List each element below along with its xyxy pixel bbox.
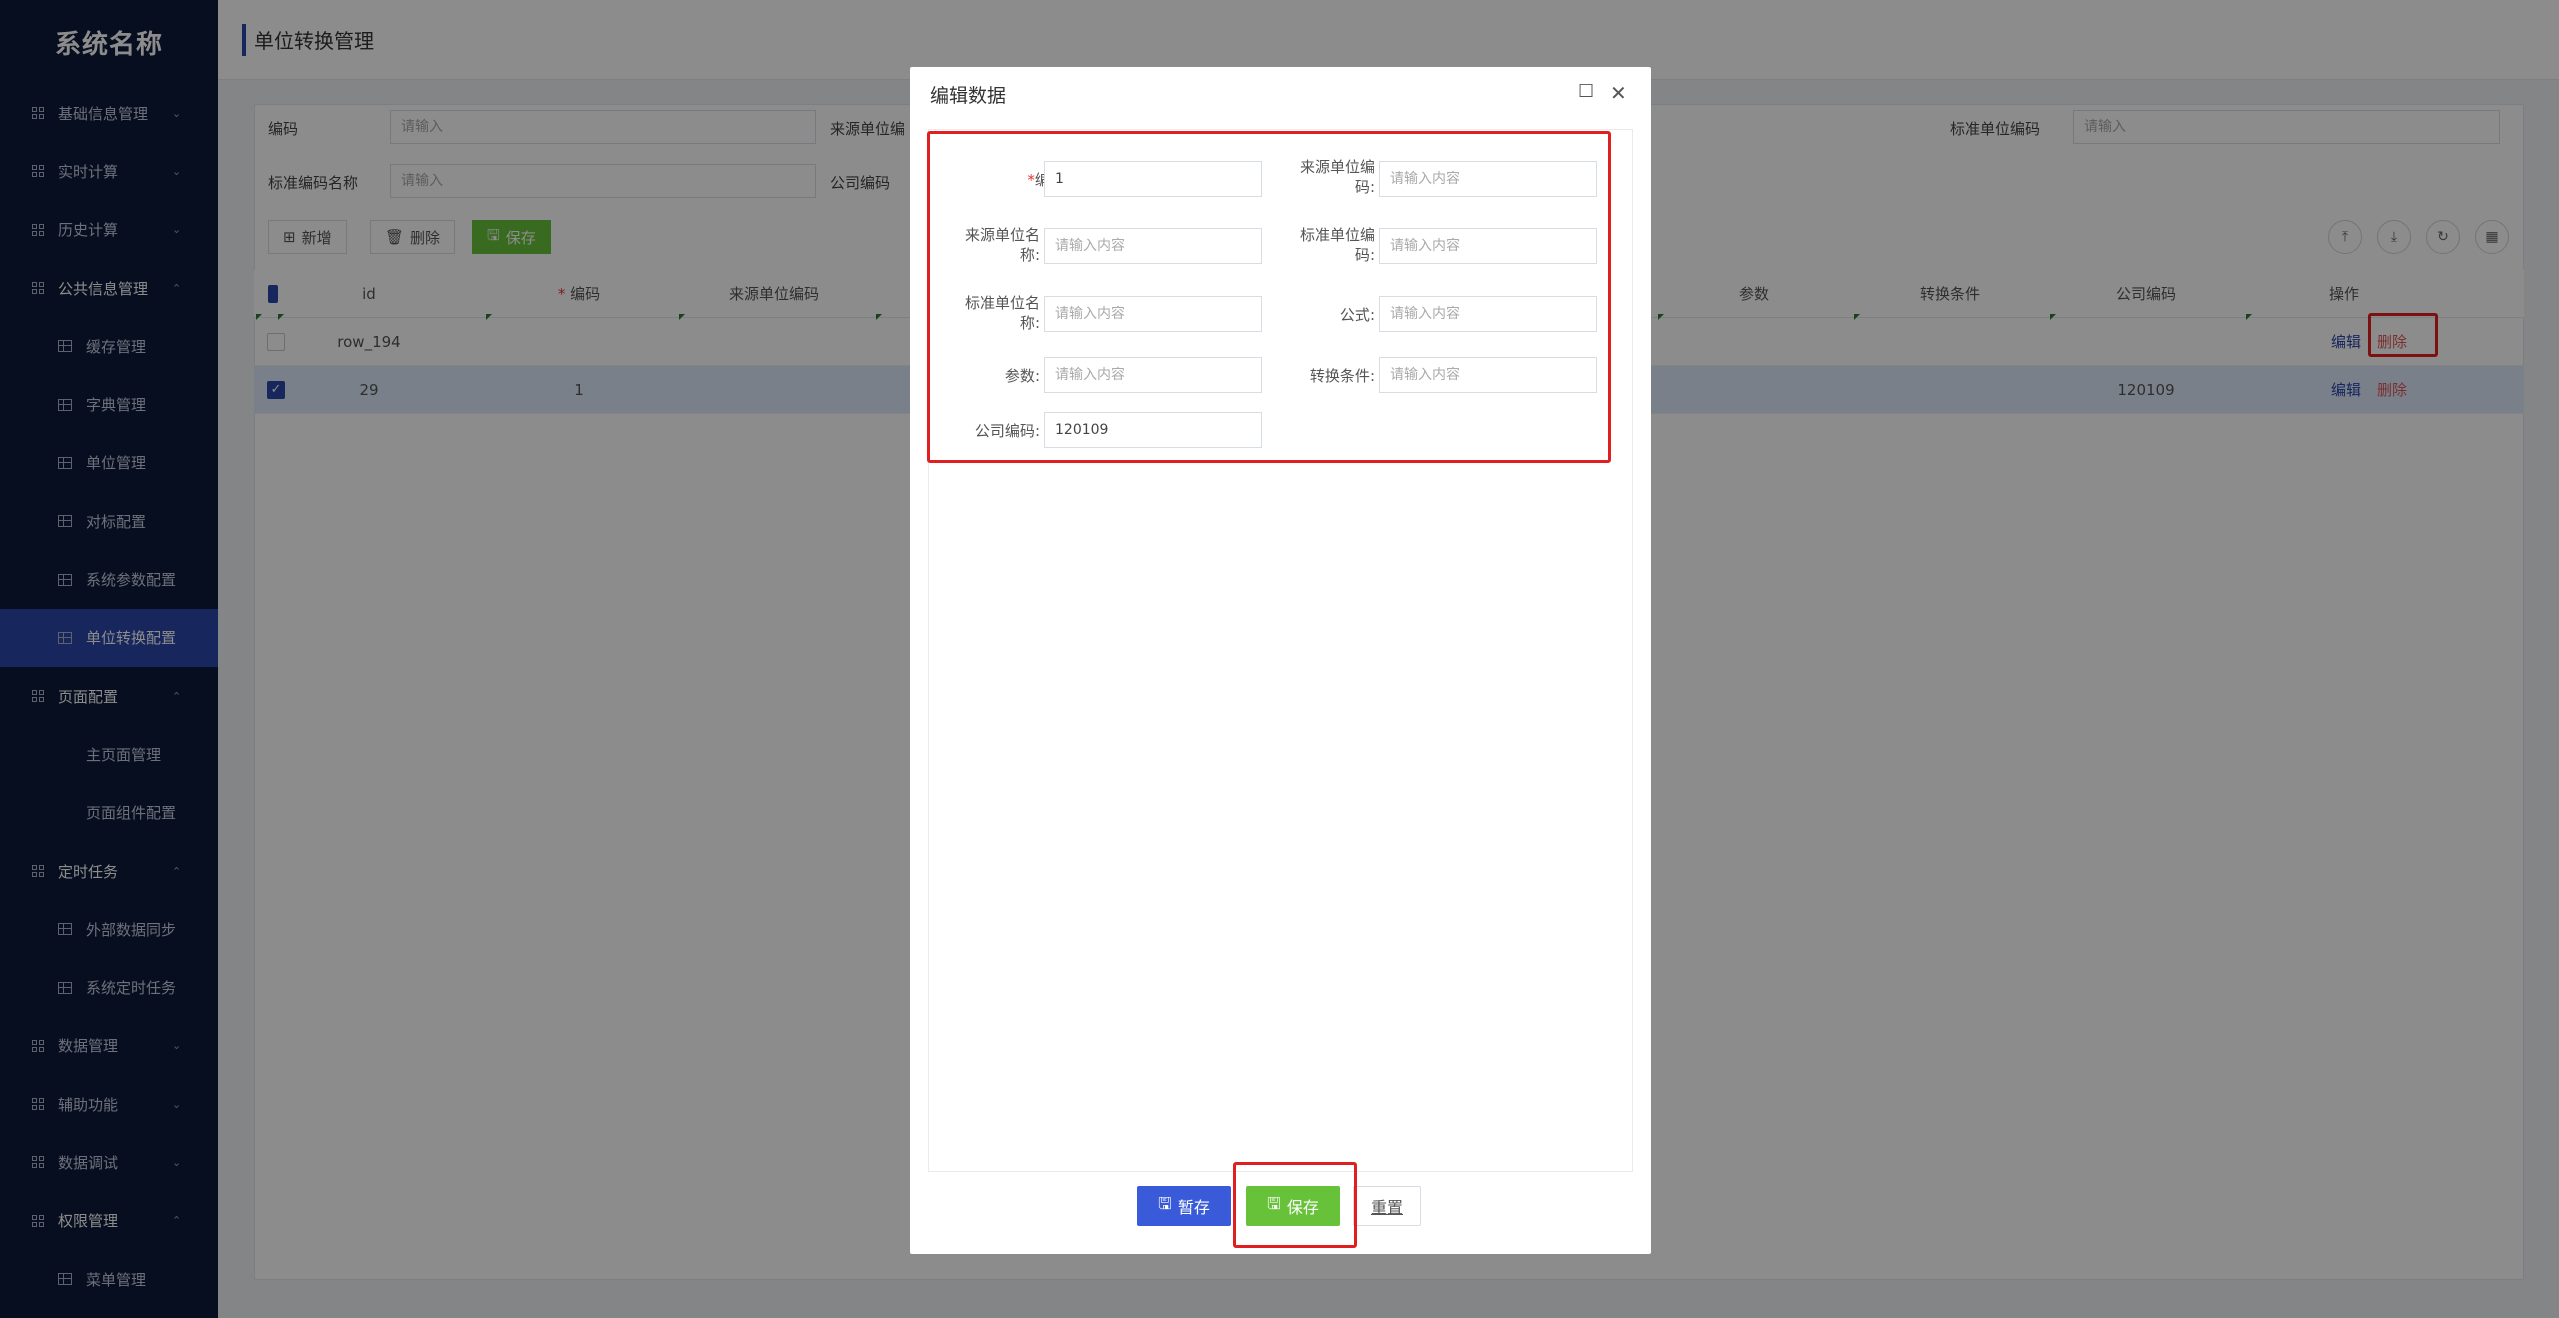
draft-button[interactable]: 🖫 暂存 <box>1137 1186 1231 1226</box>
highlight-form-area <box>927 131 1611 463</box>
reset-button-label: 重置 <box>1370 1198 1403 1217</box>
reset-button[interactable]: 重置 <box>1353 1186 1421 1226</box>
edit-dialog: 编辑数据 ☐ ✕ *编码: 1 来源单位编码: 请输入内容 来源单位名称: 请输… <box>910 67 1651 1254</box>
draft-button-label: 暂存 <box>1177 1198 1210 1217</box>
dialog-title: 编辑数据 <box>930 85 1007 107</box>
save-icon: 🖫 <box>1158 1193 1172 1213</box>
highlight-save-button <box>1233 1162 1357 1248</box>
maximize-icon[interactable]: ☐ <box>1578 81 1594 102</box>
close-icon[interactable]: ✕ <box>1610 81 1627 105</box>
